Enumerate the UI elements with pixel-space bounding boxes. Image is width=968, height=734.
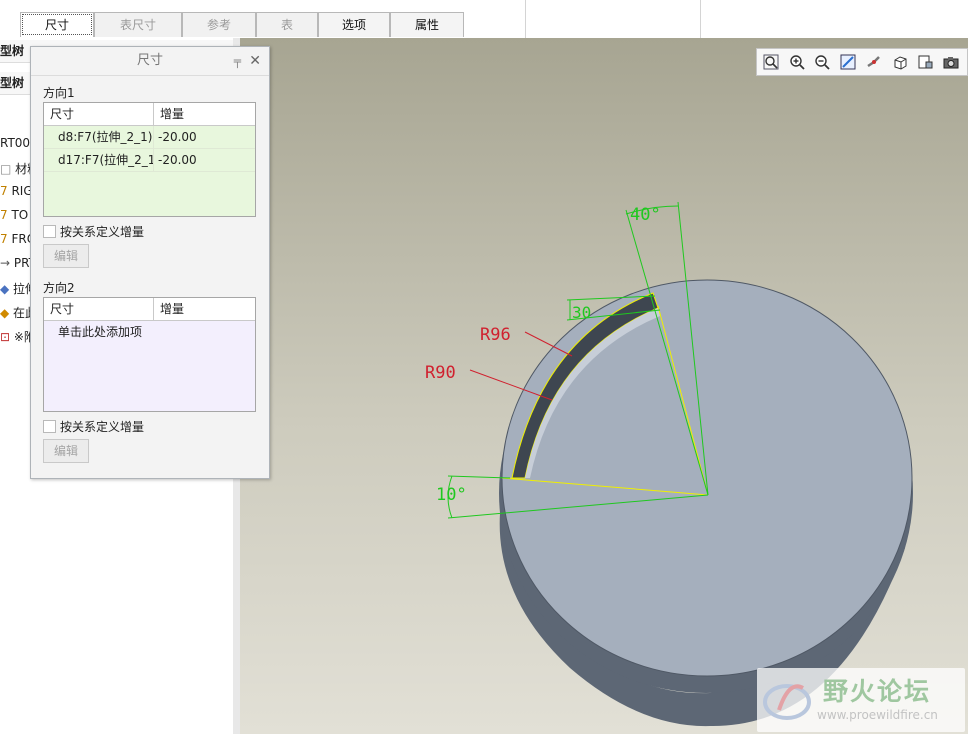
toolbar-separator bbox=[525, 0, 526, 38]
insert-arrow-icon: ◆ bbox=[0, 306, 14, 320]
checkbox-box[interactable] bbox=[43, 225, 56, 238]
direction1-table[interactable]: 尺寸 增量 d8:F7(拉伸_2_1) -20.00 d17:F7(拉伸_2_1… bbox=[43, 102, 256, 217]
graphics-viewport[interactable]: 40° 30 R96 R90 10° bbox=[240, 38, 968, 734]
tab-dimension[interactable]: 尺寸 bbox=[20, 12, 94, 37]
dim-angle-top[interactable]: 40° bbox=[630, 205, 661, 225]
datum-plane-icon: 7 bbox=[0, 184, 12, 198]
datum-plane-icon: 7 bbox=[0, 232, 12, 246]
tab-table[interactable]: 表 bbox=[256, 12, 318, 37]
toolbar-separator bbox=[700, 0, 701, 38]
table-header: 尺寸 增量 bbox=[44, 103, 255, 126]
checkbox-label: 按关系定义增量 bbox=[60, 420, 145, 434]
dimension-tab-bar: 尺寸 表尺寸 参考 表 选项 属性 bbox=[0, 0, 968, 39]
saved-views-icon[interactable] bbox=[916, 52, 936, 72]
watermark-url: www.proewildfire.cn bbox=[817, 708, 938, 722]
tree-item-top-plane[interactable]: 7 TO bbox=[0, 208, 28, 222]
close-icon[interactable]: ✕ bbox=[249, 47, 261, 75]
zoom-out-icon[interactable] bbox=[813, 52, 833, 72]
zoom-fit-icon[interactable] bbox=[761, 52, 781, 72]
direction2-edit-button[interactable]: 编辑 bbox=[43, 439, 89, 463]
watermark-brand: 野火论坛 bbox=[823, 677, 932, 706]
view-toolbar bbox=[756, 48, 968, 76]
tab-properties[interactable]: 属性 bbox=[390, 12, 464, 37]
model-view: 40° 30 R96 R90 10° bbox=[425, 201, 913, 727]
dimension-cell: d17:F7(拉伸_2_1) bbox=[44, 149, 154, 171]
checkbox-box[interactable] bbox=[43, 420, 56, 433]
dialog-title: 尺寸 bbox=[136, 53, 163, 68]
direction1-relation-checkbox[interactable]: 按关系定义增量 bbox=[43, 223, 144, 240]
view-orient-icon[interactable] bbox=[890, 52, 910, 72]
material-icon: □ bbox=[0, 162, 16, 176]
direction1-edit-button[interactable]: 编辑 bbox=[43, 244, 89, 268]
forum-watermark: 野火论坛 www.proewildfire.cn bbox=[757, 668, 965, 732]
increment-cell[interactable]: -20.00 bbox=[154, 126, 197, 148]
dimension-dialog: 尺寸 ╤ ✕ 方向1 尺寸 增量 d8:F7(拉伸_2_1) -20.00 d1… bbox=[30, 46, 270, 479]
table-row[interactable]: d8:F7(拉伸_2_1) -20.00 bbox=[44, 126, 255, 149]
tab-reference[interactable]: 参考 bbox=[182, 12, 256, 37]
dim-radius-outer[interactable]: R96 bbox=[480, 325, 511, 345]
direction2-relation-checkbox[interactable]: 按关系定义增量 bbox=[43, 418, 144, 435]
direction2-table[interactable]: 尺寸 增量 单击此处添加项 bbox=[43, 297, 256, 412]
increment-cell[interactable]: -20.00 bbox=[154, 149, 197, 171]
tab-options[interactable]: 选项 bbox=[318, 12, 390, 37]
datum-plane-icon: 7 bbox=[0, 208, 12, 222]
camera-icon[interactable] bbox=[941, 52, 961, 72]
disc-part[interactable] bbox=[499, 279, 913, 727]
column-header-increment: 增量 bbox=[160, 107, 185, 121]
dialog-titlebar[interactable]: 尺寸 ╤ ✕ bbox=[31, 47, 269, 76]
spin-center-icon[interactable] bbox=[864, 52, 884, 72]
column-header-increment: 增量 bbox=[160, 302, 185, 316]
pattern-icon: ⊡ bbox=[0, 330, 14, 344]
dim-angle-left[interactable]: 10° bbox=[436, 485, 467, 505]
pin-icon[interactable]: ╤ bbox=[234, 47, 241, 75]
watermark-logo-icon bbox=[763, 684, 811, 720]
repaint-icon[interactable] bbox=[838, 52, 858, 72]
tab-strip: 尺寸 表尺寸 参考 表 选项 属性 bbox=[20, 12, 464, 38]
direction1-label: 方向1 bbox=[43, 86, 75, 100]
csys-icon: → bbox=[0, 256, 14, 270]
table-row[interactable]: d17:F7(拉伸_2_1) -20.00 bbox=[44, 149, 255, 172]
dimension-cell: d8:F7(拉伸_2_1) bbox=[44, 126, 154, 148]
table-body: d8:F7(拉伸_2_1) -20.00 d17:F7(拉伸_2_1) -20.… bbox=[44, 126, 255, 216]
table-header: 尺寸 增量 bbox=[44, 298, 255, 321]
zoom-in-icon[interactable] bbox=[787, 52, 807, 72]
dim-slot-width[interactable]: 30 bbox=[572, 303, 591, 322]
tree-item-right-plane[interactable]: 7 RIG bbox=[0, 184, 33, 198]
column-header-dimension: 尺寸 bbox=[44, 103, 154, 125]
dim-radius-inner[interactable]: R90 bbox=[425, 363, 456, 383]
tab-table-dimension[interactable]: 表尺寸 bbox=[94, 12, 182, 37]
add-item-placeholder[interactable]: 单击此处添加项 bbox=[44, 321, 244, 343]
column-header-dimension: 尺寸 bbox=[44, 298, 154, 320]
direction2-label: 方向2 bbox=[43, 281, 75, 295]
extrude-icon: ◆ bbox=[0, 282, 14, 296]
add-item-row[interactable]: 单击此处添加项 bbox=[44, 321, 255, 343]
table-body: 单击此处添加项 bbox=[44, 321, 255, 411]
checkbox-label: 按关系定义增量 bbox=[60, 225, 145, 239]
